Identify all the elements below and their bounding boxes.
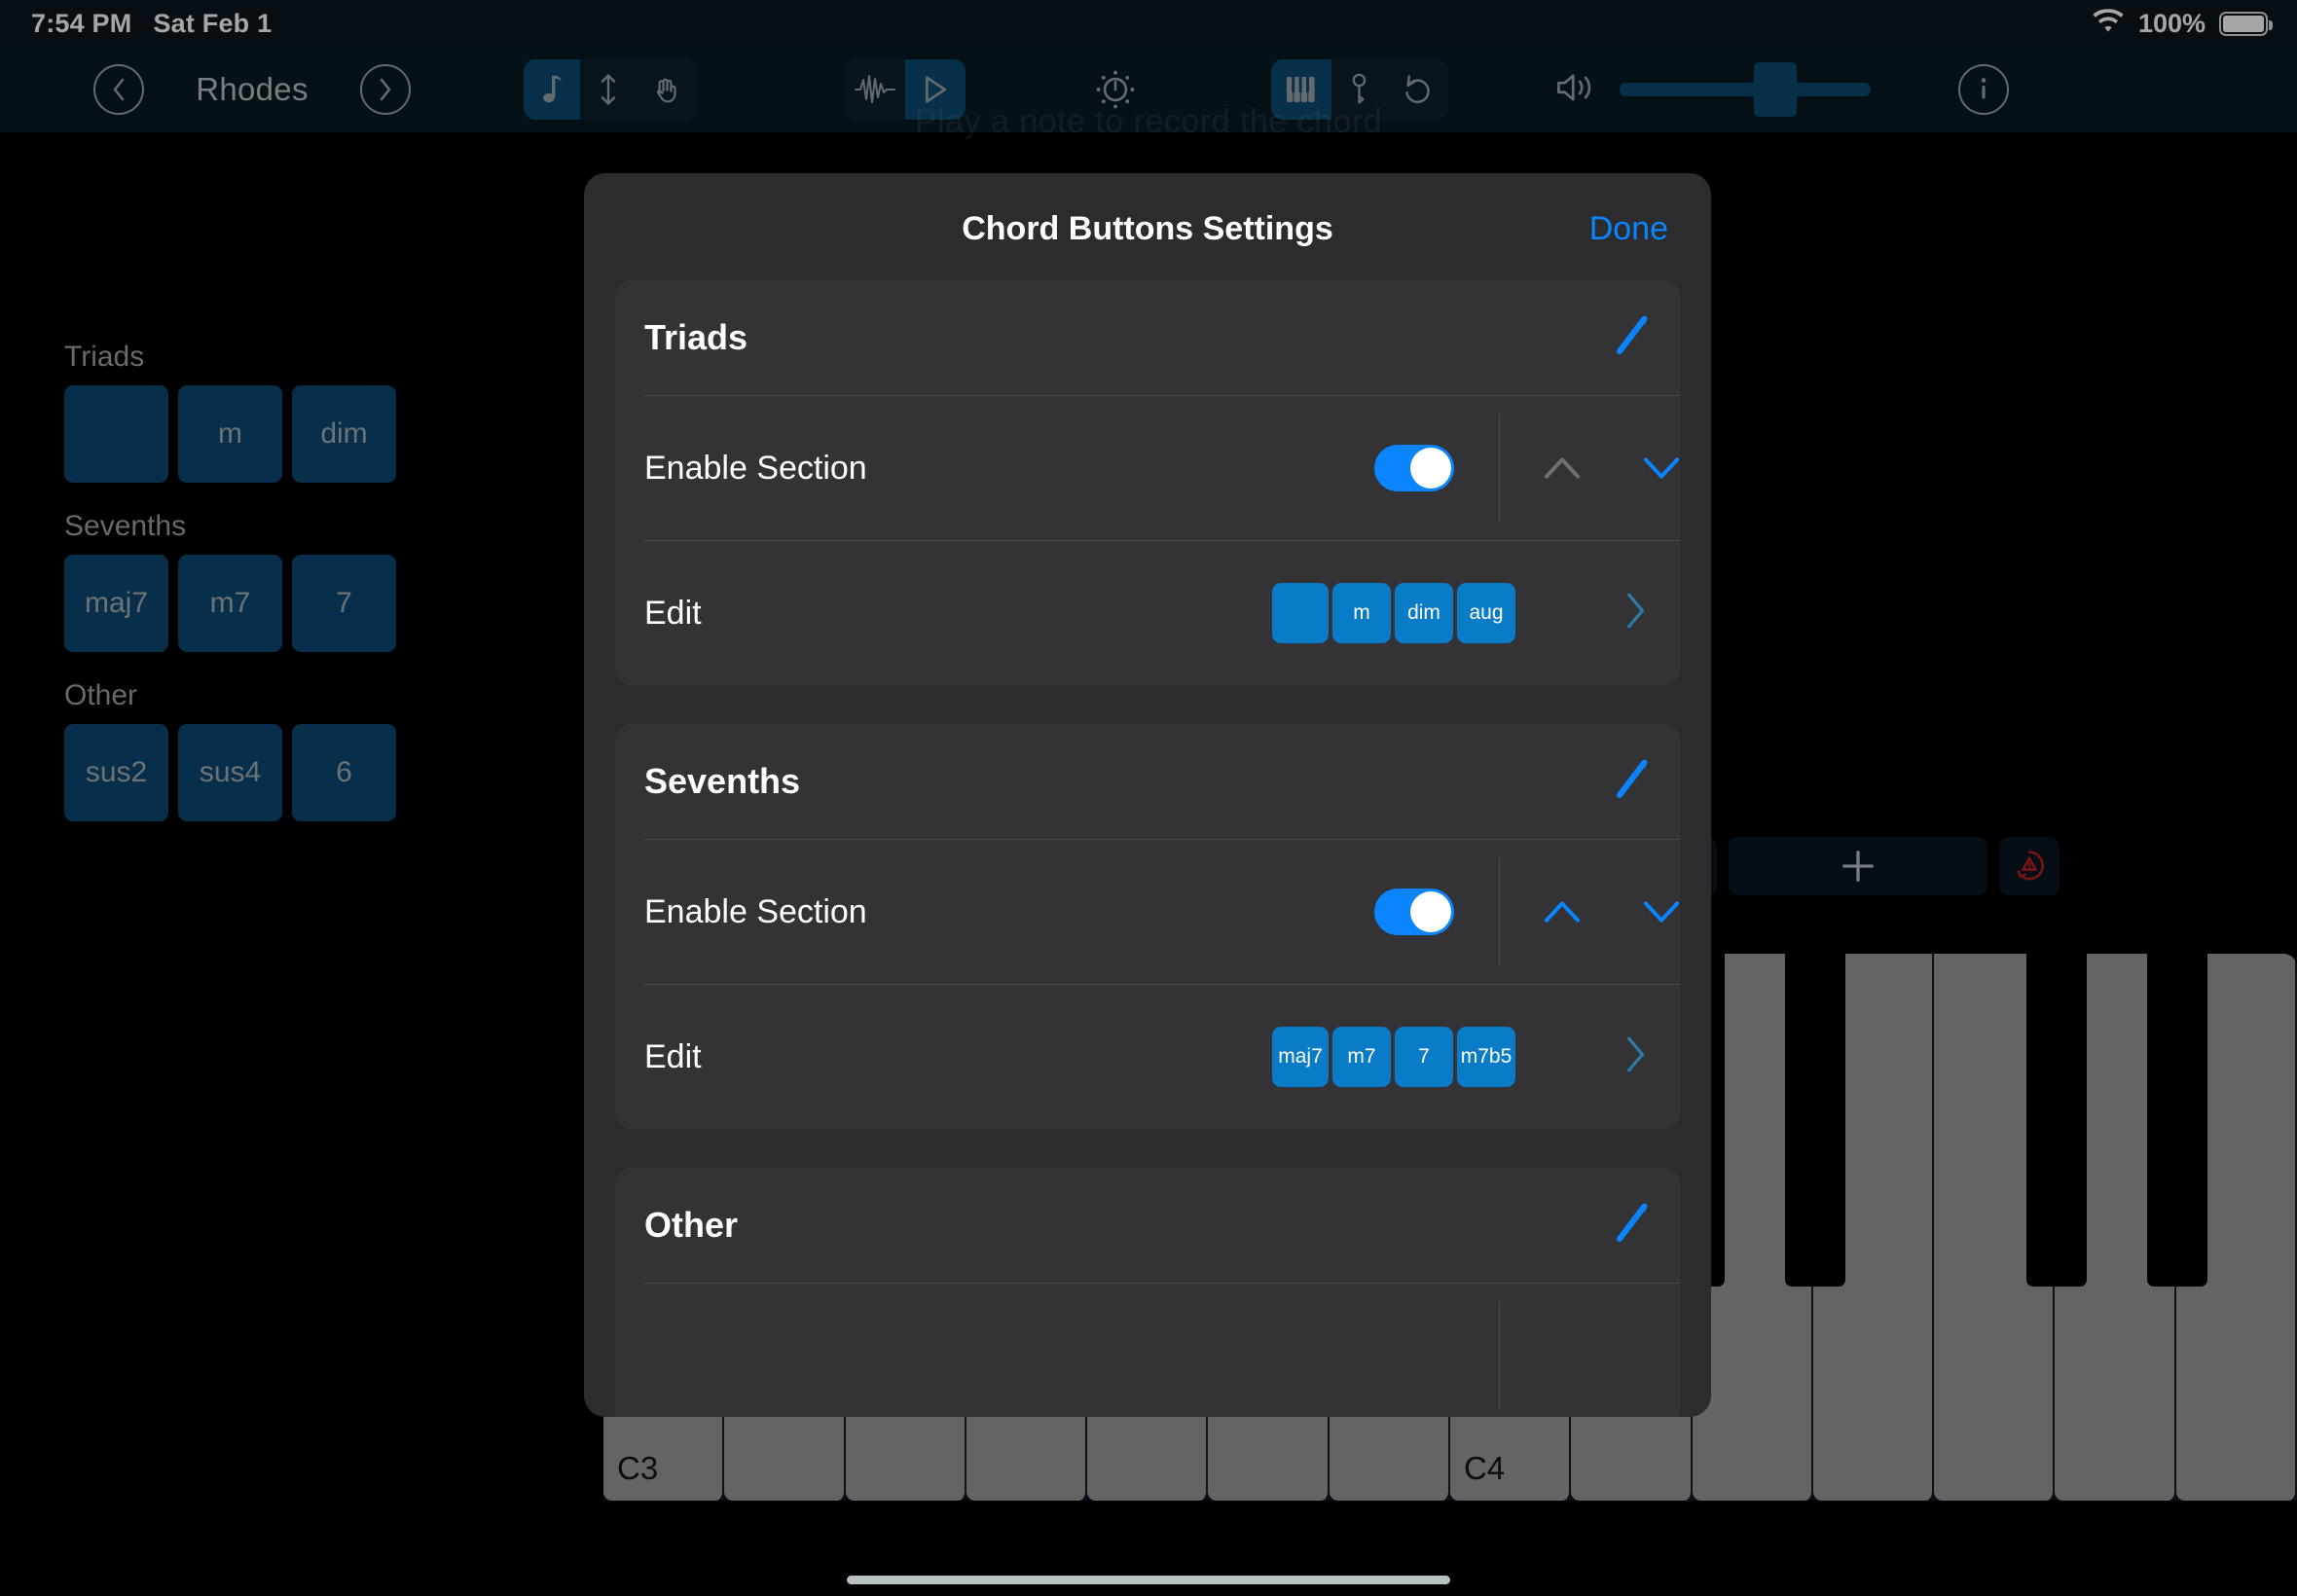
section-controls <box>1511 396 1680 540</box>
section-title: Other <box>644 1205 739 1245</box>
done-button[interactable]: Done <box>1589 210 1668 248</box>
chord-chip[interactable]: m7b5 <box>1457 1027 1515 1087</box>
chevron-down-icon[interactable] <box>1627 396 1680 540</box>
chevron-up-icon[interactable] <box>1528 396 1596 540</box>
enable-section-toggle[interactable] <box>1374 445 1454 491</box>
edit-label: Edit <box>644 594 702 632</box>
divider <box>1499 414 1500 523</box>
chord-chip[interactable]: m <box>1332 583 1391 643</box>
chip-list: maj7 m7 7 m7b5 <box>1272 1027 1515 1087</box>
section-card-sevenths: Sevenths Enable Section Edit maj7 m7 7 m… <box>615 724 1680 1129</box>
enable-section-label: Enable Section <box>644 449 867 487</box>
section-title: Triads <box>644 317 748 357</box>
section-card-other: Other <box>615 1168 1680 1417</box>
chevron-right-icon[interactable] <box>1623 592 1647 635</box>
chord-chip[interactable]: dim <box>1395 583 1453 643</box>
chord-buttons-settings-dialog: Chord Buttons Settings Done Triads Enabl… <box>584 173 1711 1417</box>
divider <box>1499 1301 1500 1410</box>
enable-section-row: Enable Section <box>615 396 1680 540</box>
chevron-up-icon[interactable] <box>1528 840 1596 984</box>
enable-section-toggle[interactable] <box>1374 889 1454 935</box>
chord-chip[interactable]: maj7 <box>1272 1027 1329 1087</box>
home-indicator <box>847 1576 1450 1584</box>
enable-section-row: Enable Section <box>615 840 1680 984</box>
pencil-icon[interactable] <box>1604 1200 1651 1251</box>
dialog-title: Chord Buttons Settings <box>962 210 1333 247</box>
card-header: Sevenths <box>615 724 1680 839</box>
chord-chip[interactable]: aug <box>1457 583 1515 643</box>
card-header: Other <box>615 1168 1680 1283</box>
dialog-header: Chord Buttons Settings Done <box>584 173 1711 280</box>
chevron-down-icon[interactable] <box>1627 840 1680 984</box>
edit-chips-row[interactable]: Edit maj7 m7 7 m7b5 <box>615 985 1680 1129</box>
chevron-right-icon[interactable] <box>1623 1035 1647 1079</box>
card-header: Triads <box>615 280 1680 395</box>
edit-label: Edit <box>644 1037 702 1075</box>
enable-section-row <box>615 1284 1680 1417</box>
pencil-icon[interactable] <box>1604 756 1651 808</box>
chord-chip[interactable] <box>1272 583 1329 643</box>
divider <box>1499 857 1500 966</box>
section-card-triads: Triads Enable Section Edit m dim aug <box>615 280 1680 685</box>
app-root: 7:54 PM Sat Feb 1 100% Rhodes Play a not… <box>0 0 2297 1596</box>
chord-chip[interactable]: 7 <box>1395 1027 1453 1087</box>
section-title: Sevenths <box>644 761 801 801</box>
enable-section-label: Enable Section <box>644 892 867 930</box>
edit-chips-row[interactable]: Edit m dim aug <box>615 541 1680 685</box>
pencil-icon[interactable] <box>1604 312 1651 364</box>
section-controls <box>1511 840 1680 984</box>
chord-chip[interactable]: m7 <box>1332 1027 1391 1087</box>
chip-list: m dim aug <box>1272 583 1515 643</box>
